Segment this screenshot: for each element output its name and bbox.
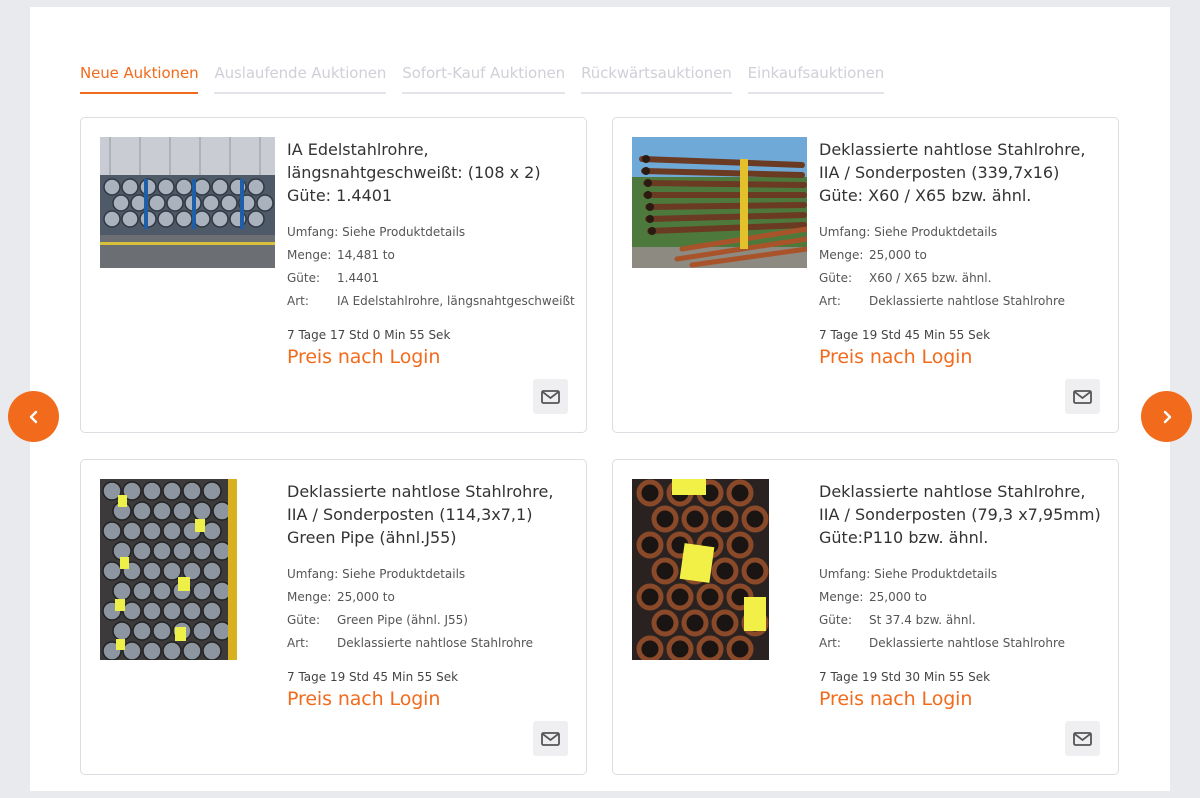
spec-label-art: Art: [819,636,841,650]
carousel-next-button[interactable] [1141,391,1192,442]
product-image[interactable] [632,137,807,268]
spec-label-guete: Güte: [287,271,321,285]
envelope-icon [1073,731,1092,746]
tab-neue-auktionen[interactable]: Neue Auktionen [80,64,199,94]
auction-card[interactable]: Deklassierte nahtlose Stahlrohre, IIA / … [80,459,587,775]
contact-mail-button[interactable] [533,721,568,756]
tab-auslaufende-auktionen[interactable]: Auslaufende Auktionen [214,64,386,94]
spec-value-umfang: Siehe Produktdetails [874,567,998,581]
price-login-link[interactable]: Preis nach Login [287,688,440,710]
spec-value-menge: 25,000 to [337,590,395,604]
spec-value-guete: 1.4401 [337,271,379,285]
auction-title[interactable]: IA Edelstahlrohre, längsnahtgeschweißt: … [287,138,572,207]
spec-value-art: Deklassierte nahtlose Stahlrohre [869,294,1065,308]
spec-label-umfang: Umfang: [819,225,871,239]
product-image[interactable] [100,479,237,660]
spec-label-umfang: Umfang: [287,225,339,239]
auction-title[interactable]: Deklassierte nahtlose Stahlrohre, IIA / … [819,480,1104,549]
spec-value-menge: 25,000 to [869,590,927,604]
spec-label-guete: Güte: [287,613,321,627]
spec-value-guete: X60 / X65 bzw. ähnl. [869,271,992,285]
auction-title[interactable]: Deklassierte nahtlose Stahlrohre, IIA / … [287,480,572,549]
contact-mail-button[interactable] [1065,379,1100,414]
spec-list: Umfang: Siehe Produktdetails Menge: 25,00… [819,221,1065,313]
countdown-timer: 7 Tage 19 Std 30 Min 55 Sek [819,670,991,684]
spec-value-menge: 14,481 to [337,248,395,262]
spec-list: Umfang: Siehe Produktdetails Menge: 25,00… [287,563,533,655]
product-image[interactable] [632,479,769,660]
chevron-right-icon [1163,410,1171,423]
spec-value-guete: St 37.4 bzw. ähnl. [869,613,976,627]
auction-card[interactable]: IA Edelstahlrohre, längsnahtgeschweißt: … [80,117,587,433]
envelope-icon [541,731,560,746]
envelope-icon [541,389,560,404]
contact-mail-button[interactable] [1065,721,1100,756]
countdown-timer: 7 Tage 17 Std 0 Min 55 Sek [287,328,451,342]
spec-label-art: Art: [287,294,309,308]
carousel-prev-button[interactable] [8,391,59,442]
product-image[interactable] [100,137,275,268]
spec-value-guete: Green Pipe (ähnl. J55) [337,613,468,627]
price-login-link[interactable]: Preis nach Login [819,688,972,710]
spec-value-umfang: Siehe Produktdetails [874,225,998,239]
countdown-timer: 7 Tage 19 Std 45 Min 55 Sek [819,328,991,342]
spec-label-guete: Güte: [819,613,853,627]
spec-label-guete: Güte: [819,271,853,285]
spec-value-art: Deklassierte nahtlose Stahlrohre [869,636,1065,650]
tab-sofort-kauf-auktionen[interactable]: Sofort-Kauf Auktionen [402,64,565,94]
auction-title[interactable]: Deklassierte nahtlose Stahlrohre, IIA / … [819,138,1104,207]
price-login-link[interactable]: Preis nach Login [287,346,440,368]
spec-list: Umfang: Siehe Produktdetails Menge: 14,48… [287,221,575,313]
spec-label-menge: Menge: [819,248,864,262]
auction-tabs: Neue Auktionen Auslaufende Auktionen Sof… [80,64,884,94]
spec-list: Umfang: Siehe Produktdetails Menge: 25,00… [819,563,1065,655]
price-login-link[interactable]: Preis nach Login [819,346,972,368]
spec-label-art: Art: [287,636,309,650]
spec-label-menge: Menge: [819,590,864,604]
spec-value-menge: 25,000 to [869,248,927,262]
tab-einkaufsauktionen[interactable]: Einkaufsauktionen [747,64,884,94]
spec-label-menge: Menge: [287,248,332,262]
spec-label-umfang: Umfang: [819,567,871,581]
spec-value-art: IA Edelstahlrohre, längsnahtgeschweißt [337,294,575,308]
spec-label-art: Art: [819,294,841,308]
chevron-left-icon [29,410,37,423]
spec-value-umfang: Siehe Produktdetails [342,225,466,239]
contact-mail-button[interactable] [533,379,568,414]
spec-label-menge: Menge: [287,590,332,604]
spec-value-art: Deklassierte nahtlose Stahlrohre [337,636,533,650]
spec-value-umfang: Siehe Produktdetails [342,567,466,581]
spec-label-umfang: Umfang: [287,567,339,581]
auction-card[interactable]: Deklassierte nahtlose Stahlrohre, IIA / … [612,459,1119,775]
tab-rueckwaertsauktionen[interactable]: Rückwärtsauktionen [581,64,732,94]
envelope-icon [1073,389,1092,404]
auction-card[interactable]: Deklassierte nahtlose Stahlrohre, IIA / … [612,117,1119,433]
countdown-timer: 7 Tage 19 Std 45 Min 55 Sek [287,670,459,684]
